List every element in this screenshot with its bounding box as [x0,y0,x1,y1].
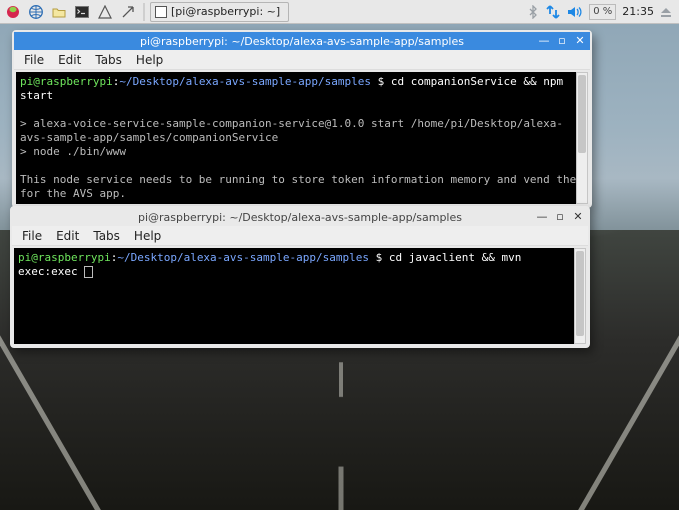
menu-bar: File Edit Tabs Help [12,226,588,246]
terminal-icon[interactable] [72,2,92,22]
network-icon[interactable] [545,5,561,19]
minimize-button[interactable]: — [538,34,550,46]
maximize-button[interactable]: ▫ [554,210,566,222]
eject-icon[interactable] [660,6,672,18]
volume-icon[interactable] [567,5,583,19]
close-button[interactable]: ✕ [574,34,586,46]
menu-tabs[interactable]: Tabs [89,51,128,69]
files-icon[interactable] [49,2,69,22]
scrollbar[interactable] [574,248,586,344]
app2-icon[interactable] [118,2,138,22]
browser-icon[interactable] [26,2,46,22]
menu-file[interactable]: File [18,51,50,69]
menu-tabs[interactable]: Tabs [87,227,126,245]
terminal-window-2: pi@raspberrypi: ~/Desktop/alexa-avs-samp… [10,206,590,348]
taskbar-task-label: [pi@raspberrypi: ~] [171,5,280,18]
taskbar-task-terminal[interactable]: [pi@raspberrypi: ~] [150,2,289,22]
close-button[interactable]: ✕ [572,210,584,222]
window-title: pi@raspberrypi: ~/Desktop/alexa-avs-samp… [138,211,462,224]
menu-icon[interactable] [3,2,23,22]
app1-icon[interactable] [95,2,115,22]
terminal-output[interactable]: pi@raspberrypi:~/Desktop/alexa-avs-sampl… [16,72,588,204]
clock[interactable]: 21:35 [622,5,654,18]
menu-edit[interactable]: Edit [52,51,87,69]
window-titlebar[interactable]: pi@raspberrypi: ~/Desktop/alexa-avs-samp… [14,32,590,50]
terminal-output[interactable]: pi@raspberrypi:~/Desktop/alexa-avs-sampl… [14,248,586,344]
menu-help[interactable]: Help [128,227,167,245]
menu-edit[interactable]: Edit [50,227,85,245]
menu-file[interactable]: File [16,227,48,245]
menu-bar: File Edit Tabs Help [14,50,590,70]
terminal-window-1: pi@raspberrypi: ~/Desktop/alexa-avs-samp… [12,30,592,208]
maximize-button[interactable]: ▫ [556,34,568,46]
cpu-usage[interactable]: 0 % [589,4,616,20]
bluetooth-icon[interactable] [527,5,539,19]
system-tray: 0 % 21:35 [527,4,676,20]
menu-help[interactable]: Help [130,51,169,69]
scrollbar[interactable] [576,72,588,204]
minimize-button[interactable]: — [536,210,548,222]
window-title: pi@raspberrypi: ~/Desktop/alexa-avs-samp… [140,35,464,48]
window-titlebar[interactable]: pi@raspberrypi: ~/Desktop/alexa-avs-samp… [12,208,588,226]
taskbar: [pi@raspberrypi: ~] 0 % 21:35 [0,0,679,24]
